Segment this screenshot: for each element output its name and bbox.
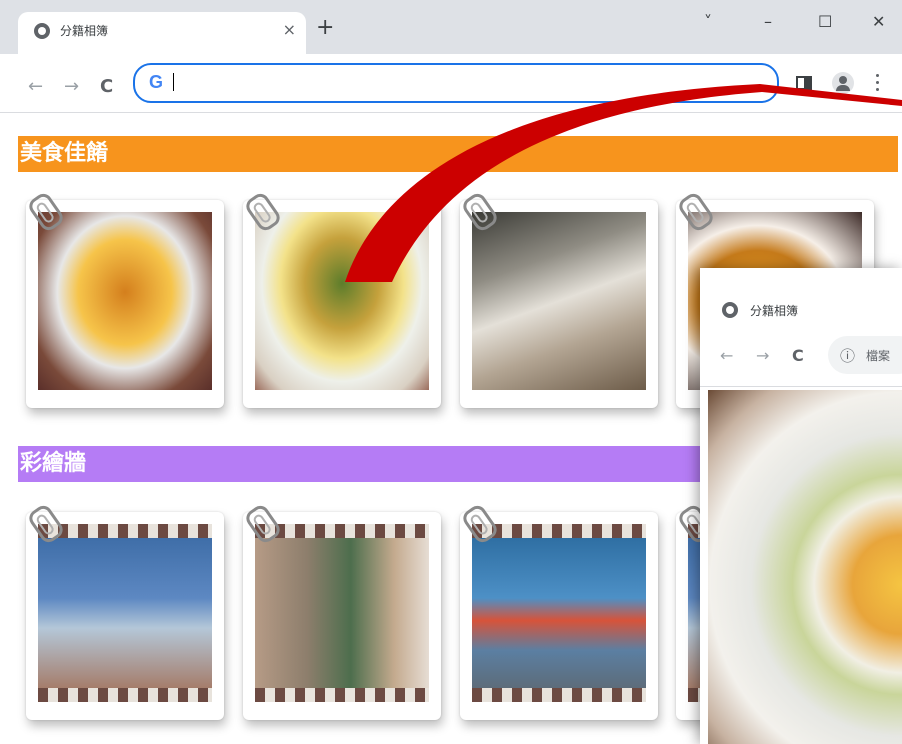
photo-card-food-3[interactable] [459, 190, 658, 408]
popup-window[interactable]: 分籍相簿 ← → C ⓘ 檔案 [700, 268, 902, 744]
tab-search-icon[interactable]: ˅ [704, 12, 712, 31]
popup-tab-strip: 分籍相簿 [700, 268, 902, 330]
mural-photo-1 [38, 524, 212, 702]
section-header-murals: 彩繪牆 [18, 446, 720, 482]
mural-scene [38, 538, 212, 688]
film-holes [255, 688, 429, 702]
profile-body [836, 85, 850, 91]
side-panel-icon[interactable] [796, 76, 812, 90]
address-bar[interactable]: G [133, 63, 779, 103]
profile-head [839, 76, 847, 84]
browser-toolbar: ← → C G [0, 54, 902, 113]
tab-strip: 分籍相簿 × + ˅ – ☐ ✕ [0, 0, 902, 54]
film-holes [255, 524, 429, 538]
dot [876, 81, 879, 84]
section-header-food: 美食佳餚 [18, 136, 898, 172]
new-tab-button[interactable]: + [316, 17, 334, 39]
photo-card-mural-1[interactable] [25, 502, 224, 720]
profile-icon[interactable] [832, 72, 854, 94]
text-cursor [173, 73, 174, 91]
photo-card-food-2[interactable] [242, 190, 441, 408]
food-photo-3 [472, 212, 646, 390]
close-tab-button[interactable]: × [283, 20, 296, 39]
film-holes [472, 688, 646, 702]
globe-icon [722, 302, 738, 318]
google-icon: G [149, 72, 164, 92]
film-holes [38, 524, 212, 538]
side-panel-icon-fill [804, 78, 810, 88]
film-holes [38, 688, 212, 702]
section-title-murals: 彩繪牆 [20, 451, 87, 476]
globe-icon [34, 23, 50, 39]
popup-address-bar[interactable]: ⓘ 檔案 [828, 336, 902, 374]
maximize-button[interactable]: ☐ [818, 12, 832, 31]
mural-photo-3 [472, 524, 646, 702]
more-menu-icon[interactable] [876, 74, 880, 92]
film-holes [472, 524, 646, 538]
info-icon: ⓘ [840, 347, 856, 365]
minimize-button[interactable]: – [764, 12, 772, 31]
food-photo-1 [38, 212, 212, 390]
tab-title: 分籍相簿 [60, 24, 109, 38]
browser-tab[interactable]: 分籍相簿 × [18, 12, 306, 54]
mural-scene [255, 538, 429, 688]
forward-button[interactable]: → [64, 76, 79, 97]
popup-tab-title: 分籍相簿 [750, 304, 799, 318]
close-window-button[interactable]: ✕ [872, 12, 885, 31]
section-title-food: 美食佳餚 [20, 141, 109, 166]
popup-forward-button[interactable]: → [756, 346, 769, 365]
popup-address-text: 檔案 [866, 349, 891, 363]
popup-reload-button[interactable]: C [792, 346, 804, 365]
mural-scene [472, 538, 646, 688]
reload-button[interactable]: C [100, 76, 113, 97]
photo-card-mural-3[interactable] [459, 502, 658, 720]
enlarged-food-photo [708, 390, 902, 744]
photo-card-mural-2[interactable] [242, 502, 441, 720]
back-button[interactable]: ← [28, 76, 43, 97]
dot [876, 74, 879, 77]
dot [876, 88, 879, 91]
photo-card-food-1[interactable] [25, 190, 224, 408]
popup-back-button[interactable]: ← [720, 346, 733, 365]
food-photo-2 [255, 212, 429, 390]
mural-photo-2 [255, 524, 429, 702]
